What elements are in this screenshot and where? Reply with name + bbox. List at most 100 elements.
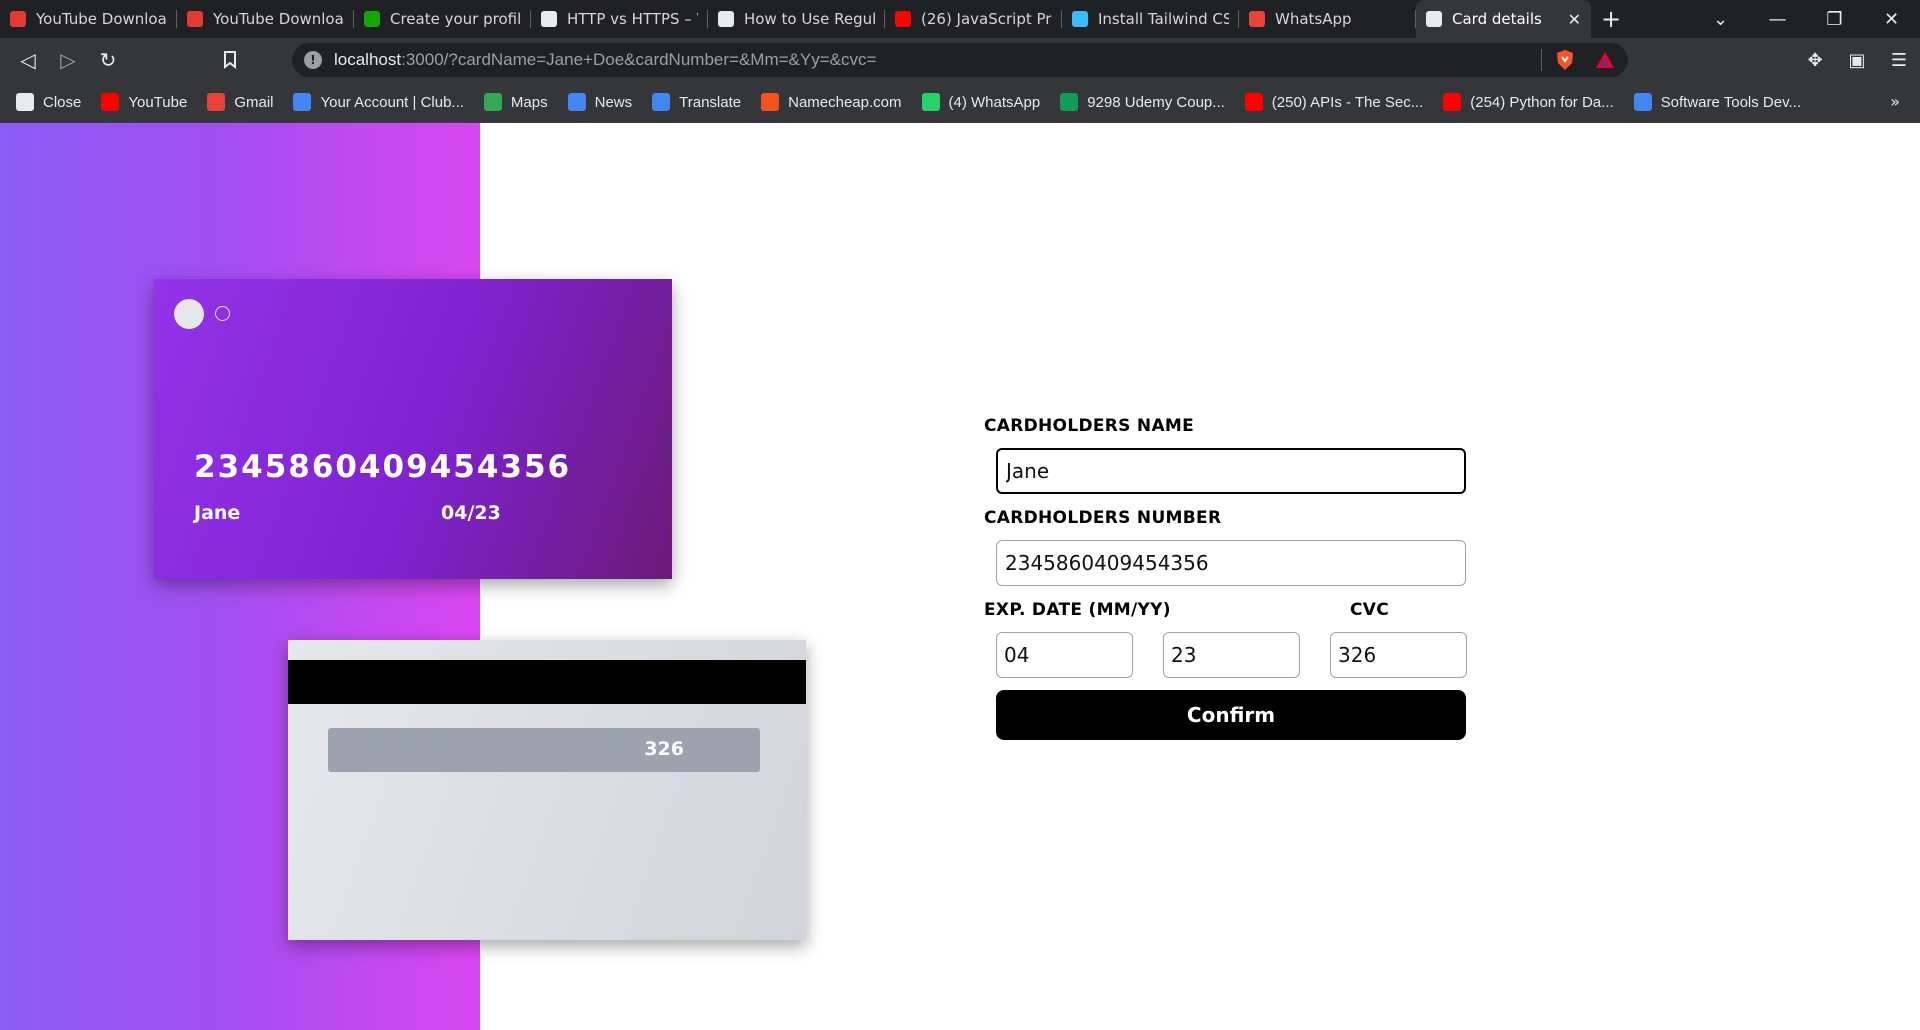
tab-title: HTTP vs HTTPS – W: [567, 10, 698, 28]
youtube-icon: [895, 11, 911, 27]
confirm-button[interactable]: Confirm: [996, 690, 1466, 740]
globe-icon: [718, 11, 734, 27]
bookmark-label: YouTube: [128, 93, 188, 111]
bookmark-item[interactable]: Close: [16, 93, 81, 111]
bookmark-item[interactable]: (254) Python for Da...: [1443, 93, 1614, 111]
download-icon: [187, 11, 203, 27]
tab-2[interactable]: Create your profile: [354, 0, 531, 38]
omnibox-divider: [1541, 49, 1542, 71]
page-content: 2345860409454356 Jane 04/23 326 CARDHOLD…: [0, 123, 1920, 1030]
minimize-icon[interactable]: —: [1749, 9, 1806, 30]
bookmark-label: Software Tools Dev...: [1660, 93, 1801, 111]
expiry-cvc-inputs: [996, 632, 1468, 678]
tab-4[interactable]: How to Use Regular: [708, 0, 885, 38]
youtube-icon: [101, 93, 120, 111]
tab-title: (26) JavaScript Prog: [921, 10, 1052, 28]
bookmark-label: Translate: [679, 93, 742, 111]
bookmark-item[interactable]: YouTube: [101, 93, 187, 111]
bookmark-item[interactable]: (4) WhatsApp: [921, 93, 1041, 111]
brave-shields-icon[interactable]: [1554, 49, 1576, 71]
bookmark-item[interactable]: Software Tools Dev...: [1633, 93, 1801, 111]
bookmark-label: 9298 Udemy Coup...: [1087, 93, 1225, 111]
expiry-year-input[interactable]: [1163, 632, 1300, 678]
bookmark-label: (254) Python for Da...: [1470, 93, 1614, 111]
bookmark-label: News: [594, 93, 633, 111]
brave-rewards-icon[interactable]: [1594, 49, 1616, 71]
translate-icon: [652, 93, 671, 111]
bookmark-label: (250) APIs - The Sec...: [1271, 93, 1424, 111]
extensions-icon[interactable]: ✥: [1794, 50, 1836, 71]
card-back-cvc: 326: [644, 738, 684, 760]
menu-icon[interactable]: ☰: [1878, 50, 1920, 71]
news-icon: [567, 93, 586, 111]
tab-0[interactable]: YouTube Download: [0, 0, 177, 38]
tab-6[interactable]: Install Tailwind CSS: [1062, 0, 1239, 38]
tab-title: Create your profile: [390, 10, 521, 28]
youtube-icon: [1443, 93, 1462, 111]
tab-1[interactable]: YouTube Download: [177, 0, 354, 38]
close-tab-icon[interactable]: ✕: [1568, 10, 1581, 29]
tab-5[interactable]: (26) JavaScript Prog: [885, 0, 1062, 38]
bookmark-item[interactable]: Namecheap.com: [761, 93, 902, 111]
more-bookmarks-icon[interactable]: »: [1890, 92, 1900, 111]
bookmark-item[interactable]: (250) APIs - The Sec...: [1244, 93, 1424, 111]
alert-icon: [1249, 11, 1265, 27]
bookmark-label: Maps: [510, 93, 548, 111]
back-icon: ◁: [20, 48, 36, 72]
bookmark-label: Your Account | Club...: [320, 93, 464, 111]
tab-7[interactable]: WhatsApp: [1239, 0, 1416, 38]
expiry-month-input[interactable]: [996, 632, 1133, 678]
tab-title: Card details: [1452, 10, 1542, 28]
tab-list: YouTube Download YouTube Download Create y…: [0, 0, 1591, 38]
tab-title: YouTube Download: [36, 10, 167, 28]
reload-button[interactable]: ↻: [88, 40, 128, 80]
namecheap-icon: [761, 93, 780, 111]
url-text[interactable]: localhost:3000/?cardName=Jane+Doe&cardNu…: [334, 50, 876, 70]
card-number-input[interactable]: [996, 540, 1466, 586]
download-icon: [10, 11, 26, 27]
signature-strip: 326: [328, 728, 760, 772]
card-logo-circle-filled: [174, 299, 204, 329]
club-icon: [293, 93, 312, 111]
address-bar[interactable]: ! localhost:3000/?cardName=Jane+Doe&card…: [292, 43, 1628, 77]
bookmark-label: Namecheap.com: [788, 93, 902, 111]
wallet-icon[interactable]: ▣: [1836, 50, 1878, 71]
bookmark-item[interactable]: Translate: [652, 93, 741, 111]
magnetic-stripe: [288, 660, 806, 704]
bookmark-button[interactable]: [210, 40, 250, 80]
tab-title: Install Tailwind CSS: [1098, 10, 1229, 28]
expiry-cvc-labels: EXP. DATE (MM/YY) CVC: [984, 600, 1468, 620]
gmail-icon: [207, 93, 226, 111]
bookmark-label: Gmail: [234, 93, 274, 111]
card-front: 2345860409454356 Jane 04/23: [154, 279, 672, 579]
window-controls: ⌄ — ❐ ✕: [1692, 0, 1920, 38]
bookmark-item[interactable]: Maps: [483, 93, 548, 111]
site-info-icon[interactable]: !: [304, 51, 322, 69]
cvc-label: CVC: [1350, 600, 1390, 620]
card-front-number: 2345860409454356: [194, 449, 572, 485]
cvc-input[interactable]: [1330, 632, 1467, 678]
tab-3[interactable]: HTTP vs HTTPS – W: [531, 0, 708, 38]
expiry-date-label: EXP. DATE (MM/YY): [984, 600, 1171, 620]
new-tab-button[interactable]: +: [1591, 0, 1631, 38]
bookmark-label: (4) WhatsApp: [948, 93, 1041, 111]
card-front-expiry: 04/23: [441, 502, 501, 524]
back-button[interactable]: ◁: [8, 40, 48, 80]
reload-icon: ↻: [99, 48, 117, 72]
forward-icon: ▷: [60, 48, 76, 72]
close-window-icon[interactable]: ✕: [1863, 9, 1920, 30]
bookmark-item[interactable]: Gmail: [207, 93, 273, 111]
bookmark-item[interactable]: Your Account | Club...: [293, 93, 464, 111]
tab-8[interactable]: Card details ✕: [1416, 0, 1591, 38]
cardholder-name-input[interactable]: [996, 448, 1466, 494]
card-front-name: Jane: [194, 502, 241, 524]
url-host: localhost: [334, 50, 402, 69]
omnibox-actions: [1541, 43, 1628, 77]
forward-button[interactable]: ▷: [48, 40, 88, 80]
restore-icon[interactable]: ❐: [1806, 9, 1863, 30]
bookmark-item[interactable]: News: [567, 93, 633, 111]
bookmark-item[interactable]: 9298 Udemy Coup...: [1060, 93, 1225, 111]
plus-icon: +: [1600, 5, 1622, 33]
browser-toolbar: ◁ ▷ ↻ ! localhost:3000/?cardName=Jane+Do…: [0, 38, 1920, 82]
tab-search-icon[interactable]: ⌄: [1692, 9, 1749, 30]
